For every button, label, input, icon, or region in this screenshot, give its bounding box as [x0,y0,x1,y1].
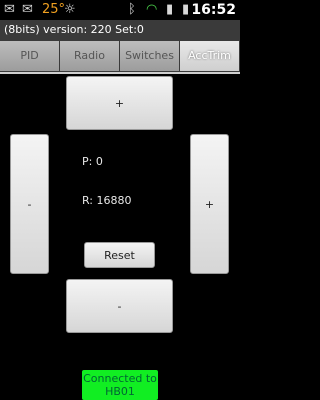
tab-radio[interactable]: Radio [60,41,119,71]
pitch-minus-button[interactable]: - [66,279,173,333]
tab-switches[interactable]: Switches [120,41,179,71]
roll-minus-button[interactable]: - [10,134,49,274]
status-bar: ✉ ✉ 25° ☼ ᛒ ◠ ▮ ▮ 16:52 [0,0,240,20]
reset-button[interactable]: Reset [84,242,155,268]
bluetooth-icon: ᛒ [128,2,136,17]
pitch-plus-button[interactable]: + [66,76,173,130]
temperature-text: 25° [42,2,66,17]
gmail-icon: ✉ [22,2,33,17]
app-title: (8bits) version: 220 Set:0 [0,20,240,40]
battery-icon: ▮ [182,2,190,17]
mail-icon: ✉ [4,2,15,17]
tab-bar: PID Radio Switches AccTrim [0,40,240,72]
tab-acctrim[interactable]: AccTrim [180,41,239,71]
sun-icon: ☼ [64,2,76,17]
roll-plus-button[interactable]: + [190,134,229,274]
tab-pid[interactable]: PID [0,41,59,71]
signal-icon: ▮ [166,2,174,17]
connection-status: Connected to HB01 [82,370,158,400]
clock: 16:52 [191,2,236,18]
tab-underline [0,72,240,74]
roll-readout: R: 16880 [82,194,132,207]
pitch-readout: P: 0 [82,155,103,168]
wifi-icon: ◠ [146,2,158,17]
